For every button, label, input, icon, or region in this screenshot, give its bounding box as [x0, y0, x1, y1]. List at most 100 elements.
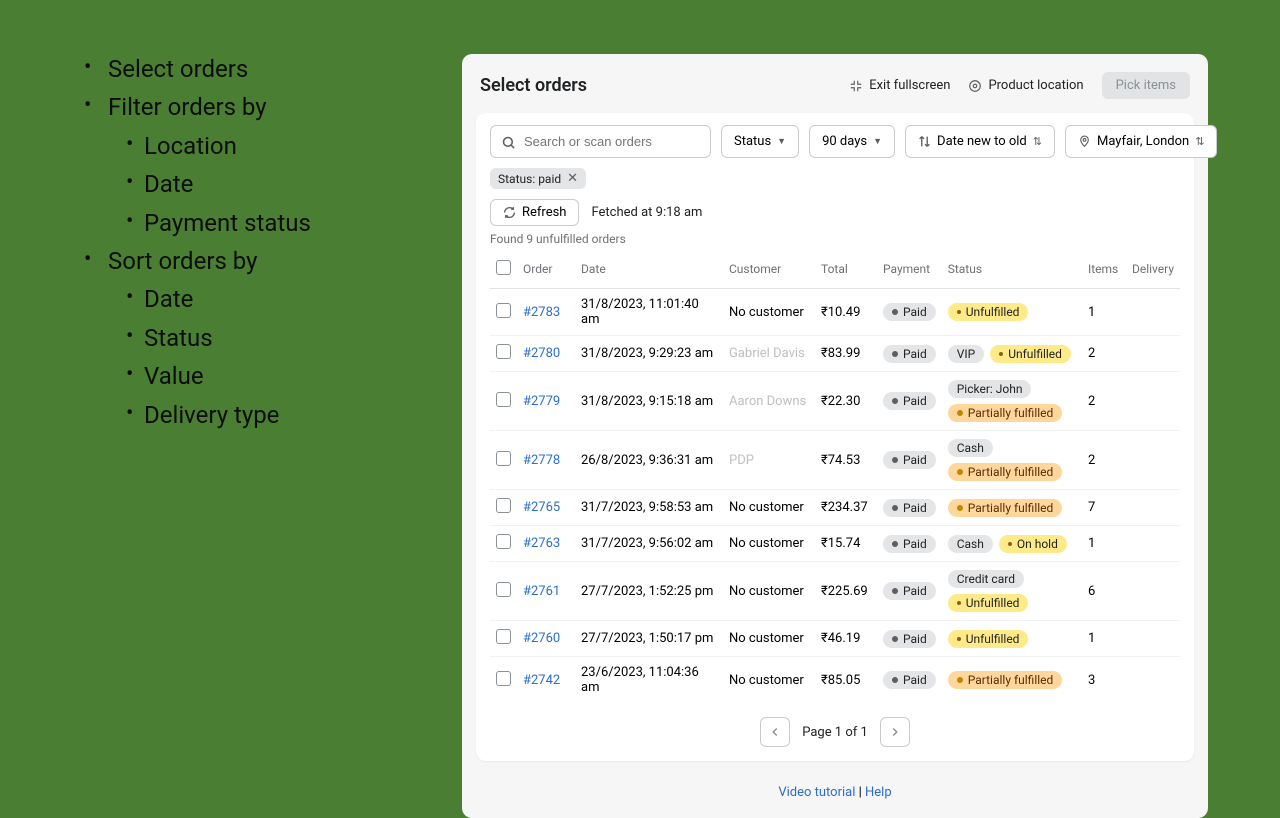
filter-chip-status[interactable]: Status: paid ✕ — [490, 168, 586, 189]
order-link[interactable]: #2765 — [523, 500, 560, 515]
order-link[interactable]: #2783 — [523, 305, 560, 320]
cell-customer: No customer — [723, 490, 815, 526]
cell-delivery — [1126, 526, 1180, 562]
cell-customer: PDP — [723, 431, 815, 490]
cell-delivery — [1126, 621, 1180, 657]
tag-badge: Cash — [948, 535, 993, 553]
prev-page-button[interactable] — [760, 717, 790, 747]
cell-delivery — [1126, 562, 1180, 621]
bullet-filter-payment: Payment status — [116, 204, 448, 242]
cell-total: ₹74.53 — [815, 431, 877, 490]
order-link[interactable]: #2742 — [523, 673, 560, 688]
order-link[interactable]: #2760 — [523, 631, 560, 646]
chevron-updown-icon: ⇅ — [1033, 135, 1042, 148]
next-page-button[interactable] — [880, 717, 910, 747]
bullet-sort: Sort orders by — [80, 242, 448, 280]
search-input-wrap[interactable] — [490, 125, 711, 158]
row-checkbox[interactable] — [496, 671, 511, 686]
payment-badge: Paid — [883, 630, 936, 648]
cell-items: 1 — [1082, 289, 1126, 336]
order-link[interactable]: #2778 — [523, 453, 560, 468]
row-checkbox[interactable] — [496, 582, 511, 597]
search-icon — [501, 132, 516, 151]
search-input[interactable] — [524, 134, 700, 149]
date-range-filter[interactable]: 90 days ▼ — [809, 125, 895, 158]
help-link[interactable]: Help — [865, 785, 892, 800]
chevron-left-icon — [768, 725, 782, 739]
tag-badge: Cash — [948, 439, 993, 457]
cell-total: ₹10.49 — [815, 289, 877, 336]
pin-icon — [1078, 134, 1091, 149]
cell-customer: Aaron Downs — [723, 372, 815, 431]
payment-badge: Paid — [883, 535, 936, 553]
bullet-filter-location: Location — [116, 127, 448, 165]
row-checkbox[interactable] — [496, 303, 511, 318]
cell-items: 1 — [1082, 621, 1126, 657]
col-order: Order — [517, 252, 575, 289]
order-link[interactable]: #2779 — [523, 394, 560, 409]
cell-delivery — [1126, 372, 1180, 431]
footer-links: Video tutorial | Help — [462, 775, 1208, 818]
row-checkbox[interactable] — [496, 534, 511, 549]
status-badge: Partially fulfilled — [948, 404, 1063, 422]
bullet-select: Select orders — [80, 50, 448, 88]
caret-down-icon: ▼ — [777, 136, 786, 147]
col-status: Status — [942, 252, 1082, 289]
payment-badge: Paid — [883, 345, 936, 363]
col-payment: Payment — [877, 252, 942, 289]
order-link[interactable]: #2763 — [523, 536, 560, 551]
video-tutorial-link[interactable]: Video tutorial — [778, 785, 855, 800]
cell-date: 31/7/2023, 9:58:53 am — [575, 490, 723, 526]
left-description: Select orders Filter orders by Location … — [0, 0, 448, 720]
found-count: Found 9 unfulfilled orders — [490, 232, 1180, 246]
fetched-time: Fetched at 9:18 am — [591, 205, 702, 220]
cell-total: ₹46.19 — [815, 621, 877, 657]
page-title: Select orders — [480, 75, 587, 96]
payment-badge: Paid — [883, 451, 936, 469]
cell-customer: Gabriel Davis — [723, 336, 815, 372]
cell-items: 2 — [1082, 372, 1126, 431]
order-link[interactable]: #2780 — [523, 346, 560, 361]
exit-fullscreen-button[interactable]: Exit fullscreen — [849, 78, 950, 93]
product-location-button[interactable]: Product location — [968, 78, 1083, 93]
cell-items: 2 — [1082, 336, 1126, 372]
cell-total: ₹15.74 — [815, 526, 877, 562]
cell-delivery — [1126, 431, 1180, 490]
caret-down-icon: ▼ — [873, 136, 882, 147]
cell-date: 31/8/2023, 9:15:18 am — [575, 372, 723, 431]
cell-delivery — [1126, 336, 1180, 372]
select-all-checkbox[interactable] — [496, 260, 511, 275]
chevron-right-icon — [888, 725, 902, 739]
status-badge: On hold — [999, 535, 1067, 553]
payment-badge: Paid — [883, 582, 936, 600]
row-checkbox[interactable] — [496, 629, 511, 644]
close-icon[interactable]: ✕ — [567, 171, 578, 186]
table-row: #274223/6/2023, 11:04:36 amNo customer₹8… — [490, 657, 1180, 704]
col-total: Total — [815, 252, 877, 289]
bullet-filter: Filter orders by — [80, 88, 448, 126]
location-filter[interactable]: Mayfair, London ⇅ — [1065, 125, 1217, 158]
table-row: #276027/7/2023, 1:50:17 pmNo customer₹46… — [490, 621, 1180, 657]
status-filter[interactable]: Status ▼ — [721, 125, 799, 158]
sort-filter[interactable]: Date new to old ⇅ — [905, 125, 1055, 158]
cell-customer: No customer — [723, 526, 815, 562]
table-row: #276331/7/2023, 9:56:02 amNo customer₹15… — [490, 526, 1180, 562]
col-items: Items — [1082, 252, 1126, 289]
bullet-sort-status: Status — [116, 319, 448, 357]
row-checkbox[interactable] — [496, 392, 511, 407]
table-row: #278331/8/2023, 11:01:40 amNo customer₹1… — [490, 289, 1180, 336]
row-checkbox[interactable] — [496, 451, 511, 466]
payment-badge: Paid — [883, 303, 936, 321]
row-checkbox[interactable] — [496, 498, 511, 513]
row-checkbox[interactable] — [496, 344, 511, 359]
refresh-icon — [503, 205, 516, 220]
status-badge: Partially fulfilled — [948, 463, 1063, 481]
status-badge: Unfulfilled — [990, 345, 1071, 363]
location-icon — [968, 78, 982, 93]
payment-badge: Paid — [883, 392, 936, 410]
cell-date: 31/8/2023, 11:01:40 am — [575, 289, 723, 336]
bullet-sort-delivery: Delivery type — [116, 396, 448, 434]
refresh-button[interactable]: Refresh — [490, 199, 579, 226]
cell-delivery — [1126, 490, 1180, 526]
order-link[interactable]: #2761 — [523, 584, 560, 599]
